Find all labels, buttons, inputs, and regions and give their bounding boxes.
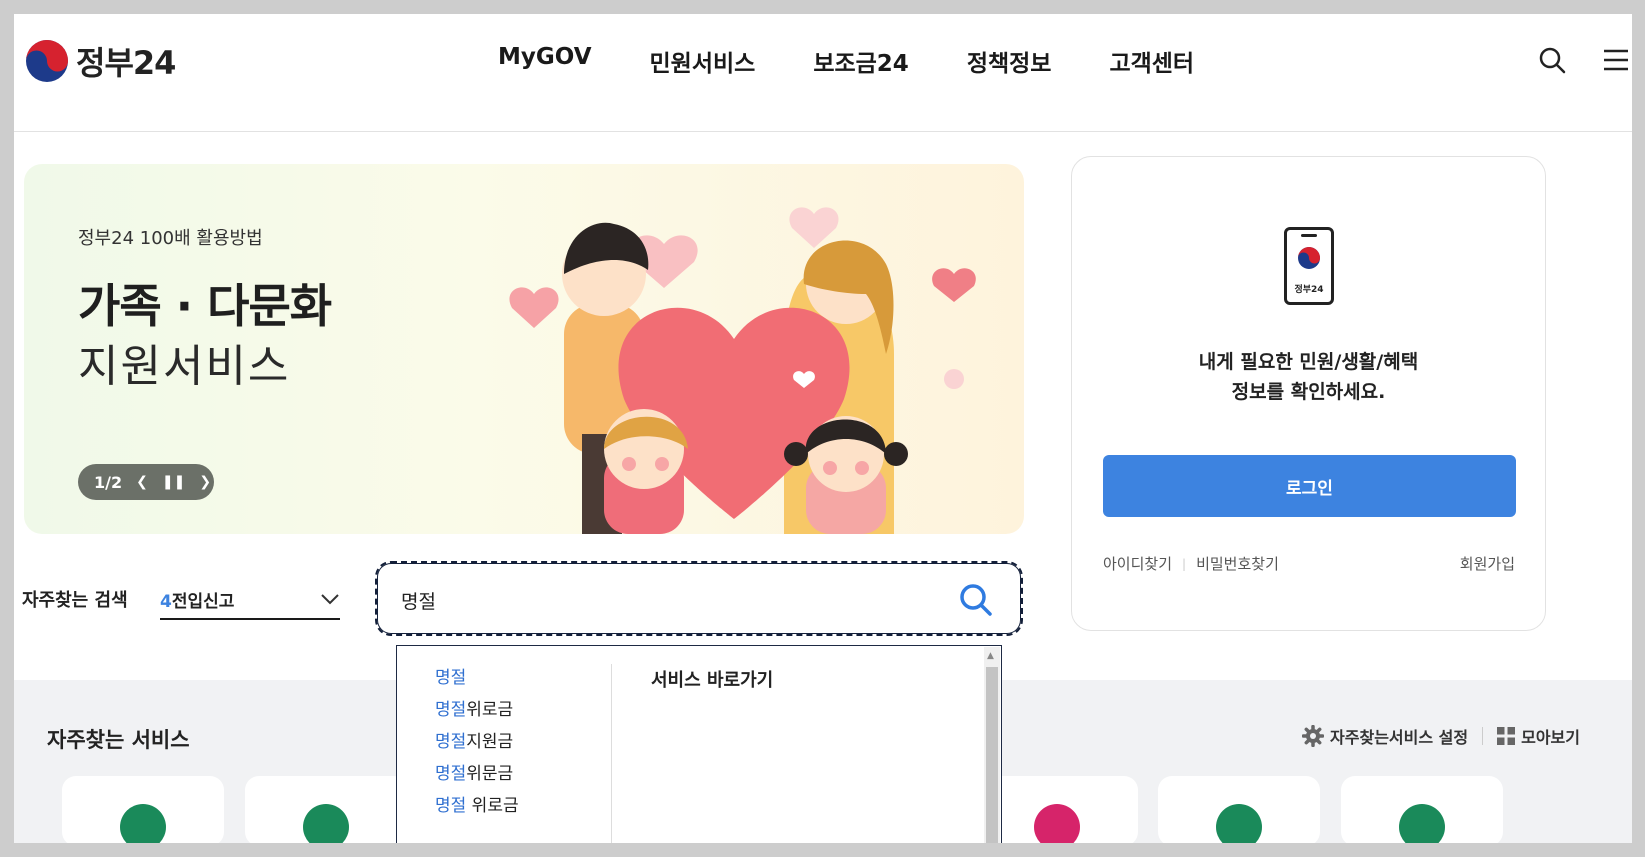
- service-card-icon: [1399, 804, 1445, 843]
- pause-icon[interactable]: ❚❚: [162, 474, 185, 490]
- nav-policy-info[interactable]: 정책정보: [967, 44, 1052, 78]
- frequent-search-label: 자주찾는 검색: [22, 590, 128, 611]
- autocomplete-scrollbar[interactable]: ▲: [984, 647, 1000, 843]
- banner-controls: 1/2 ❮ ❚❚ ❯: [78, 464, 214, 500]
- signup-link[interactable]: 회원가입: [1460, 553, 1515, 574]
- main-nav: MyGOV 민원서비스 보조금24 정책정보 고객센터: [498, 44, 1252, 78]
- header: 정부24 MyGOV 민원서비스 보조금24 정책정보 고객센터: [14, 14, 1632, 132]
- banner-subtitle: 정부24 100배 활용방법: [78, 228, 263, 249]
- service-card-icon: [120, 804, 166, 843]
- page: 정부24 MyGOV 민원서비스 보조금24 정책정보 고객센터 정부24 10…: [14, 14, 1632, 843]
- next-slide-icon[interactable]: ❯: [199, 474, 211, 490]
- autocomplete-item[interactable]: 명절위문금: [435, 758, 615, 790]
- autocomplete-dropdown: 명절 명절위로금 명절지원금 명절위문금 명절 위로금 서비스 바로가기 ▲: [396, 645, 1002, 843]
- frequent-services-tools: 자주찾는서비스 설정 모아보기: [1302, 724, 1580, 748]
- logo[interactable]: 정부24: [24, 38, 176, 84]
- service-card[interactable]: [1158, 776, 1320, 843]
- autocomplete-item-rest: 위로금: [466, 796, 519, 816]
- nav-customer-center[interactable]: 고객센터: [1109, 44, 1194, 78]
- autocomplete-item-rest: 위로금: [466, 700, 514, 720]
- search-button[interactable]: [959, 583, 995, 619]
- autocomplete-list: 명절 명절위로금 명절지원금 명절위문금 명절 위로금: [435, 662, 615, 822]
- header-icons: [1536, 44, 1632, 76]
- scrollbar-thumb[interactable]: [986, 667, 998, 843]
- autocomplete-item-rest: 위문금: [466, 764, 514, 784]
- grid-icon: [1497, 727, 1516, 745]
- search-box: [375, 561, 1023, 636]
- gear-icon: [1302, 725, 1325, 747]
- prev-slide-icon[interactable]: ❮: [136, 474, 148, 490]
- service-card[interactable]: [245, 776, 407, 843]
- login-card: 정부24 내게 필요한 민원/생활/혜택 정보를 확인하세요. 로그인 아이디찾…: [1071, 156, 1546, 631]
- nav-subsidy24[interactable]: 보조금24: [813, 44, 909, 78]
- autocomplete-item-highlight: 명절: [435, 668, 467, 688]
- frequent-search-term: 전입신고: [171, 591, 235, 612]
- find-id-link[interactable]: 아이디찾기: [1103, 553, 1172, 574]
- service-shortcut-title: 서비스 바로가기: [651, 670, 774, 691]
- autocomplete-item-highlight: 명절: [435, 700, 467, 720]
- frequent-search-select[interactable]: 4전입신고: [160, 580, 340, 620]
- login-links: 아이디찾기 | 비밀번호찾기: [1103, 553, 1279, 574]
- view-all-button[interactable]: 모아보기: [1497, 724, 1580, 748]
- search-icon[interactable]: [1536, 44, 1568, 76]
- search-icon: [960, 584, 992, 616]
- frequent-search-rank: 4: [160, 591, 172, 612]
- banner-title-line2: 지원서비스: [78, 341, 291, 392]
- frequent-services-settings[interactable]: 자주찾는서비스 설정: [1302, 724, 1468, 748]
- autocomplete-item[interactable]: 명절지원금: [435, 726, 615, 758]
- autocomplete-item-highlight: 명절: [435, 764, 467, 784]
- main-banner[interactable]: 정부24 100배 활용방법 가족 · 다문화 지원서비스 1/2 ❮ ❚❚ ❯: [24, 164, 1024, 534]
- service-card-icon: [1034, 804, 1080, 843]
- view-all-label: 모아보기: [1521, 728, 1580, 747]
- login-message: 내게 필요한 민원/생활/혜택 정보를 확인하세요.: [1072, 347, 1545, 407]
- autocomplete-item[interactable]: 명절: [435, 662, 615, 694]
- autocomplete-item[interactable]: 명절위로금: [435, 694, 615, 726]
- autocomplete-item[interactable]: 명절 위로금: [435, 790, 615, 822]
- autocomplete-divider: [611, 664, 612, 843]
- settings-label: 자주찾는서비스 설정: [1330, 728, 1469, 747]
- search-input[interactable]: [401, 583, 941, 617]
- phone-label: 정부24: [1294, 285, 1324, 295]
- frequent-services-title: 자주찾는 서비스: [47, 728, 190, 752]
- scroll-up-icon[interactable]: ▲: [987, 651, 994, 661]
- chevron-down-icon: [321, 594, 339, 605]
- tool-separator: [1482, 727, 1484, 745]
- autocomplete-item-highlight: 명절: [435, 796, 467, 816]
- nav-mygov[interactable]: MyGOV: [498, 44, 592, 78]
- nav-civil-services[interactable]: 민원서비스: [650, 44, 756, 78]
- service-card-icon: [303, 804, 349, 843]
- find-password-link[interactable]: 비밀번호찾기: [1196, 553, 1279, 574]
- window-bottom-edge: [0, 843, 1645, 857]
- banner-counter: 1/2: [94, 472, 123, 492]
- service-card[interactable]: [1341, 776, 1503, 843]
- taegeuk-logo-icon: [26, 40, 68, 82]
- service-card-icon: [1216, 804, 1262, 843]
- family-illustration: [509, 207, 976, 534]
- menu-icon[interactable]: [1600, 44, 1632, 76]
- link-separator: |: [1182, 556, 1187, 571]
- service-card[interactable]: [62, 776, 224, 843]
- autocomplete-item-highlight: 명절: [435, 732, 467, 752]
- login-message-line2: 정보를 확인하세요.: [1231, 381, 1386, 403]
- logo-text: 정부24: [76, 44, 176, 82]
- login-message-line1: 내게 필요한 민원/생활/혜택: [1198, 351, 1419, 373]
- autocomplete-item-rest: 지원금: [466, 732, 514, 752]
- login-button[interactable]: 로그인: [1103, 455, 1516, 517]
- banner-title: 가족 · 다문화: [78, 279, 332, 333]
- phone-icon: 정부24: [1284, 227, 1334, 305]
